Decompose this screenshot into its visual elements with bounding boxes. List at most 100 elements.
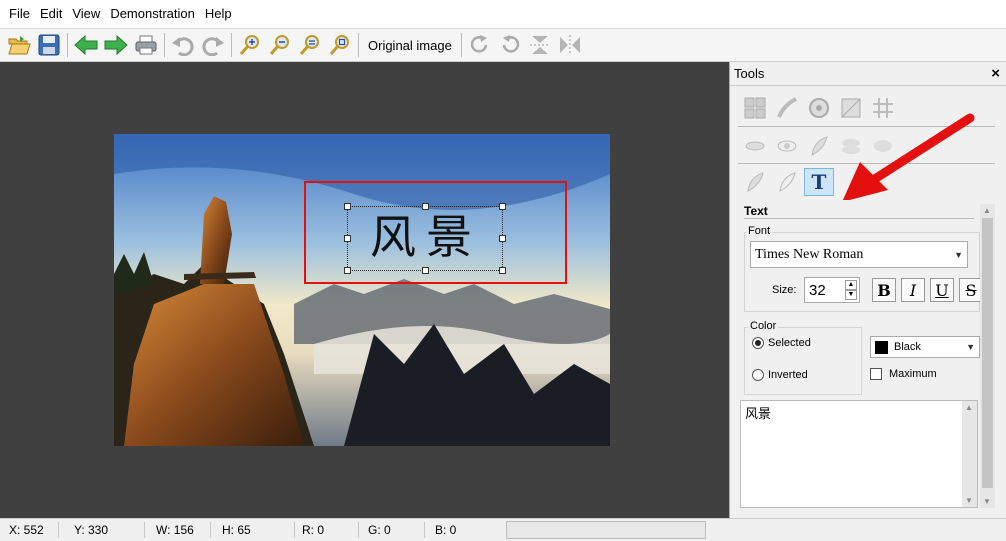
- status-separator: [358, 522, 359, 538]
- rotate-left-icon[interactable]: [495, 30, 525, 60]
- rotate-right-icon[interactable]: [465, 30, 495, 60]
- color-value: Black: [894, 341, 921, 353]
- open-folder-icon[interactable]: [4, 30, 34, 60]
- undo-icon[interactable]: [168, 30, 198, 60]
- tool-row-3: T: [740, 168, 834, 196]
- stepper-up-icon[interactable]: ▲: [845, 280, 857, 290]
- flip-horizontal-icon[interactable]: [555, 30, 585, 60]
- resize-handle-tr[interactable]: [499, 203, 506, 210]
- status-separator: [210, 522, 211, 538]
- text-scrollbar[interactable]: ▲ ▼: [962, 401, 977, 507]
- resize-handle-br[interactable]: [499, 267, 506, 274]
- color-group-label: Color: [748, 320, 779, 332]
- zoom-fit-icon[interactable]: [295, 30, 325, 60]
- radio-inverted[interactable]: [752, 369, 764, 381]
- resize-handle-bl[interactable]: [344, 267, 351, 274]
- menu-view[interactable]: View: [67, 0, 105, 28]
- text-section-divider: [744, 218, 974, 219]
- toolbar: Original image: [0, 28, 1006, 62]
- zoom-actual-icon[interactable]: [325, 30, 355, 60]
- leaf-outline-icon[interactable]: [772, 168, 802, 196]
- lips-icon[interactable]: [740, 132, 770, 160]
- image-canvas[interactable]: 风景: [0, 62, 729, 518]
- text-content-value: 风景: [745, 406, 772, 421]
- maximum-checkbox[interactable]: [870, 368, 882, 380]
- status-bar: X: 552 Y: 330 W: 156 H: 65 R: 0 G: 0 B: …: [0, 518, 1006, 541]
- close-icon[interactable]: ×: [991, 65, 1000, 82]
- scroll-down-icon[interactable]: ▼: [965, 496, 973, 505]
- status-g: G: 0: [368, 523, 391, 537]
- toolbar-separator: [67, 33, 68, 57]
- radio-selected-label: Selected: [768, 337, 811, 349]
- font-family-select[interactable]: Times New Roman ▼: [750, 241, 968, 268]
- brush-icon[interactable]: [772, 94, 802, 122]
- font-size-stepper[interactable]: 32 ▲ ▼: [804, 277, 860, 303]
- status-h: H: 65: [222, 523, 251, 537]
- grid-select-icon[interactable]: [740, 94, 770, 122]
- menu-bar: File Edit View Demonstration Help: [0, 0, 1006, 28]
- status-w: W: 156: [156, 523, 194, 537]
- back-arrow-icon[interactable]: [71, 30, 101, 60]
- menu-edit[interactable]: Edit: [35, 0, 67, 28]
- status-y: Y: 330: [74, 523, 109, 537]
- menu-demonstration[interactable]: Demonstration: [105, 0, 200, 28]
- tools-panel: Tools × T Text Font Times New Roman ▼ Si…: [729, 62, 1006, 518]
- zoom-out-icon[interactable]: [265, 30, 295, 60]
- text-section-title: Text: [744, 204, 768, 218]
- bold-button[interactable]: B: [872, 278, 896, 302]
- zoom-in-icon[interactable]: [235, 30, 265, 60]
- underline-button[interactable]: U: [930, 278, 954, 302]
- status-separator: [294, 522, 295, 538]
- scroll-up-icon[interactable]: ▲: [965, 403, 973, 412]
- chevron-down-icon: ▼: [966, 342, 975, 352]
- radio-selected-row[interactable]: Selected: [752, 337, 811, 349]
- font-size-value: 32: [809, 281, 826, 299]
- resize-handle-bc[interactable]: [422, 267, 429, 274]
- tools-panel-title: Tools: [734, 66, 765, 81]
- print-icon[interactable]: [131, 30, 161, 60]
- original-image-button[interactable]: Original image: [362, 38, 458, 53]
- color-select[interactable]: Black ▼: [870, 336, 980, 358]
- red-arrow-annotation: [842, 113, 975, 200]
- status-b: B: 0: [435, 523, 457, 537]
- status-r: R: 0: [302, 523, 325, 537]
- font-family-value: Times New Roman: [755, 246, 864, 262]
- panel-scrollbar[interactable]: ▲ ▼: [980, 204, 995, 508]
- leaf-icon[interactable]: [740, 168, 770, 196]
- maximum-checkbox-row[interactable]: Maximum: [870, 368, 937, 380]
- eye-icon[interactable]: [772, 132, 802, 160]
- toolbar-separator: [460, 33, 462, 57]
- maximum-label: Maximum: [889, 368, 937, 380]
- text-selection-box[interactable]: [347, 206, 503, 271]
- radio-selected[interactable]: [752, 337, 764, 349]
- resize-handle-ml[interactable]: [344, 235, 351, 242]
- status-separator: [144, 522, 145, 538]
- radio-inverted-row[interactable]: Inverted: [752, 369, 808, 381]
- save-icon[interactable]: [34, 30, 64, 60]
- toolbar-separator: [358, 33, 359, 57]
- scroll-down-icon[interactable]: ▼: [983, 497, 991, 506]
- status-x: X: 552: [9, 523, 44, 537]
- radio-inverted-label: Inverted: [768, 369, 808, 381]
- chevron-down-icon: ▼: [954, 249, 963, 260]
- scroll-up-icon[interactable]: ▲: [983, 206, 991, 215]
- color-swatch: [875, 340, 888, 354]
- stepper-down-icon[interactable]: ▼: [845, 290, 857, 300]
- flip-vertical-icon[interactable]: [525, 30, 555, 60]
- status-separator: [58, 522, 59, 538]
- redo-icon[interactable]: [198, 30, 228, 60]
- size-label: Size:: [772, 284, 797, 296]
- panel-scroll-thumb[interactable]: [982, 218, 993, 488]
- toolbar-separator: [231, 33, 232, 57]
- text-content-input[interactable]: 风景: [740, 400, 978, 508]
- italic-button[interactable]: I: [901, 278, 925, 302]
- resize-handle-tc[interactable]: [422, 203, 429, 210]
- resize-handle-tl[interactable]: [344, 203, 351, 210]
- status-separator: [424, 522, 425, 538]
- status-progress-bar: [506, 521, 706, 539]
- forward-arrow-icon[interactable]: [101, 30, 131, 60]
- menu-help[interactable]: Help: [200, 0, 237, 28]
- resize-handle-mr[interactable]: [499, 235, 506, 242]
- menu-file[interactable]: File: [4, 0, 35, 28]
- tools-panel-header: Tools ×: [730, 62, 1006, 86]
